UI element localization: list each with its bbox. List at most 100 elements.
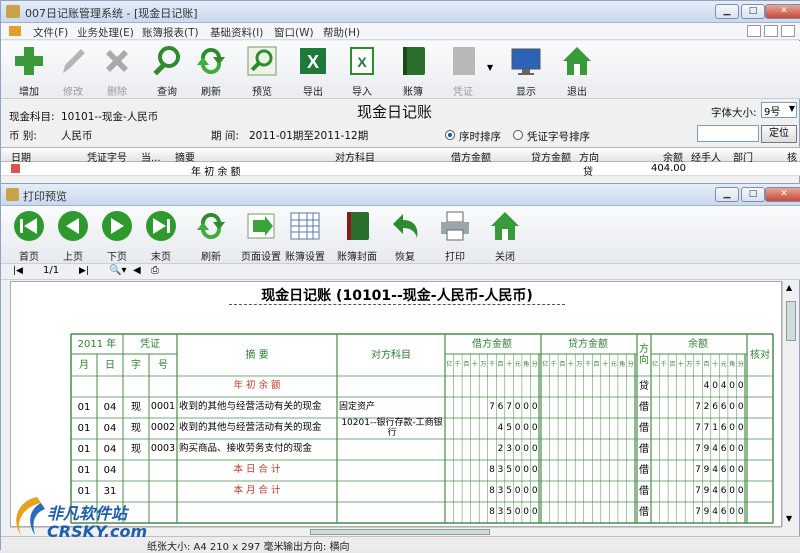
prev-page-button[interactable]: 上页 [53, 208, 93, 263]
font-size-select[interactable]: 9号 ▼ [761, 102, 797, 118]
print-small-icon[interactable]: ⎙ [151, 265, 159, 276]
header-digit: 十 [712, 360, 719, 368]
book-setup-icon [290, 212, 320, 240]
locate-input[interactable] [697, 125, 759, 142]
vertical-scrollbar[interactable]: ▲ ▼ [782, 281, 799, 527]
refresh-icon [197, 212, 225, 240]
mdi-close-button[interactable] [781, 25, 795, 37]
preview-close-button[interactable]: ✕ [765, 187, 800, 202]
locate-button[interactable]: 定位 [761, 125, 797, 143]
row-summary: 年 初 余 额 [191, 167, 241, 178]
voucher-button[interactable]: 凭证 [443, 43, 483, 98]
menu-file[interactable]: 文件(F) [33, 25, 68, 40]
scroll-thumb[interactable] [786, 301, 796, 341]
row-balance-digit: 7 [695, 485, 701, 496]
nav-first-icon[interactable]: |◀ [13, 266, 23, 276]
scroll-down-icon[interactable]: ▼ [786, 514, 792, 523]
row-direction: 贷 [639, 381, 649, 392]
voucher-dropdown-icon[interactable]: ▼ [487, 63, 493, 72]
row-balance-digit: 6 [720, 443, 727, 454]
row-debit-digit: 0 [531, 485, 538, 496]
ledger-button[interactable]: 账簿 [393, 43, 433, 98]
import-button[interactable]: X 导入 [342, 43, 382, 98]
delete-button[interactable]: 删除 [97, 43, 137, 98]
sort-chronological-radio[interactable] [445, 130, 455, 140]
row-balance: 404.00 [651, 163, 686, 174]
ledger-label: 账簿 [403, 87, 423, 98]
export-button[interactable]: X 导出 [293, 43, 333, 98]
table-row[interactable]: 年 初 余 额 贷 404.00 [1, 162, 800, 178]
restore-button[interactable]: 恢复 [385, 208, 425, 263]
close-button[interactable]: ✕ [765, 4, 800, 19]
sort-voucher-label[interactable]: 凭证字号排序 [527, 129, 590, 144]
display-button[interactable]: 显示 [506, 43, 546, 98]
orientation-status: 输出方向: 横向 [283, 542, 350, 553]
main-window: 007日记账管理系统 - [现金日记账] ▁ □ ✕ 文件(F) 业务处理(E)… [0, 0, 800, 185]
exit-icon [563, 47, 591, 75]
menu-reports[interactable]: 账簿报表(T) [142, 25, 199, 40]
preview-app-icon [6, 188, 19, 201]
row-debit-digit: 0 [514, 485, 521, 496]
row-debit-digit: 2 [497, 443, 504, 454]
refresh-button[interactable]: 刷新 [191, 43, 231, 98]
row-balance-digit: 6 [712, 401, 718, 412]
nav-prev-icon[interactable]: ◀ [133, 265, 141, 276]
row-debit-digit: 0 [531, 422, 538, 433]
row-debit-digit: 0 [514, 401, 521, 412]
maximize-button[interactable]: □ [741, 4, 765, 19]
edit-button[interactable]: 修改 [53, 43, 93, 98]
row-direction: 借 [639, 465, 649, 476]
mdi-restore-button[interactable] [764, 25, 778, 37]
row-voucher-no [149, 376, 177, 397]
row-debit-digit: 4 [497, 422, 504, 433]
row-balance-digit: 0 [712, 380, 718, 391]
exit-label: 退出 [567, 87, 587, 98]
currency-value: 人民币 [61, 130, 93, 142]
mdi-minimize-button[interactable] [747, 25, 761, 37]
menu-basic-data[interactable]: 基础资料(I) [210, 25, 263, 40]
preview-button[interactable]: 预览 [242, 43, 282, 98]
row-balance-digit: 0 [729, 380, 736, 391]
book-cover-button[interactable]: 账簿封面 [337, 208, 377, 263]
scroll-up-icon[interactable]: ▲ [786, 283, 792, 292]
sort-chronological-label[interactable]: 序时排序 [459, 129, 501, 144]
prev-page-label: 上页 [63, 252, 83, 263]
print-button[interactable]: 打印 [435, 208, 475, 263]
preview-maximize-button[interactable]: □ [741, 187, 765, 202]
preview-refresh-button[interactable]: 刷新 [191, 208, 231, 263]
book-setup-button[interactable]: 账簿设置 [285, 208, 325, 263]
header-voucher: 凭证 [140, 338, 160, 350]
main-titlebar: 007日记账管理系统 - [现金日记账] ▁ □ ✕ [1, 1, 800, 23]
import-label: 导入 [352, 87, 372, 98]
nav-last-icon[interactable]: ▶| [79, 266, 89, 276]
page-setup-button[interactable]: 页面设置 [241, 208, 281, 263]
row-balance-digit: 4 [712, 443, 718, 454]
row-balance-digit: 4 [712, 485, 718, 496]
next-page-button[interactable]: 下页 [97, 208, 137, 263]
last-page-button[interactable]: 末页 [141, 208, 181, 263]
header-digit: 万 [686, 360, 693, 368]
menu-help[interactable]: 帮助(H) [323, 25, 360, 40]
sort-voucher-radio[interactable] [513, 130, 523, 140]
zoom-icon[interactable]: 🔍▾ [109, 265, 126, 276]
edit-label: 修改 [63, 87, 83, 98]
row-debit-digit: 0 [523, 443, 530, 454]
row-summary: 收到的其他与经营活动有关的现金 [179, 401, 322, 413]
close-preview-button[interactable]: 关闭 [485, 208, 525, 263]
query-button[interactable]: 查询 [147, 43, 187, 98]
row-debit-digit: 5 [506, 485, 512, 496]
hscroll-thumb[interactable] [310, 529, 490, 535]
menu-window[interactable]: 窗口(W) [274, 25, 314, 40]
row-debit-digit: 0 [523, 401, 530, 412]
grid-header: 日期 凭证字号 当... 摘要 对方科目 借方金额 贷方金额 方向 余额 经手人… [1, 147, 800, 164]
header-digit: 亿 [652, 360, 659, 368]
preview-minimize-button[interactable]: ▁ [715, 187, 739, 202]
first-page-button[interactable]: 首页 [9, 208, 49, 263]
row-counter-account: 固定资产 [339, 401, 376, 412]
undo-icon [393, 214, 418, 238]
row-debit-digit: 7 [489, 401, 495, 412]
add-button[interactable]: 增加 [9, 43, 49, 98]
menu-business[interactable]: 业务处理(E) [77, 25, 134, 40]
minimize-button[interactable]: ▁ [715, 4, 739, 19]
exit-button[interactable]: 退出 [557, 43, 597, 98]
